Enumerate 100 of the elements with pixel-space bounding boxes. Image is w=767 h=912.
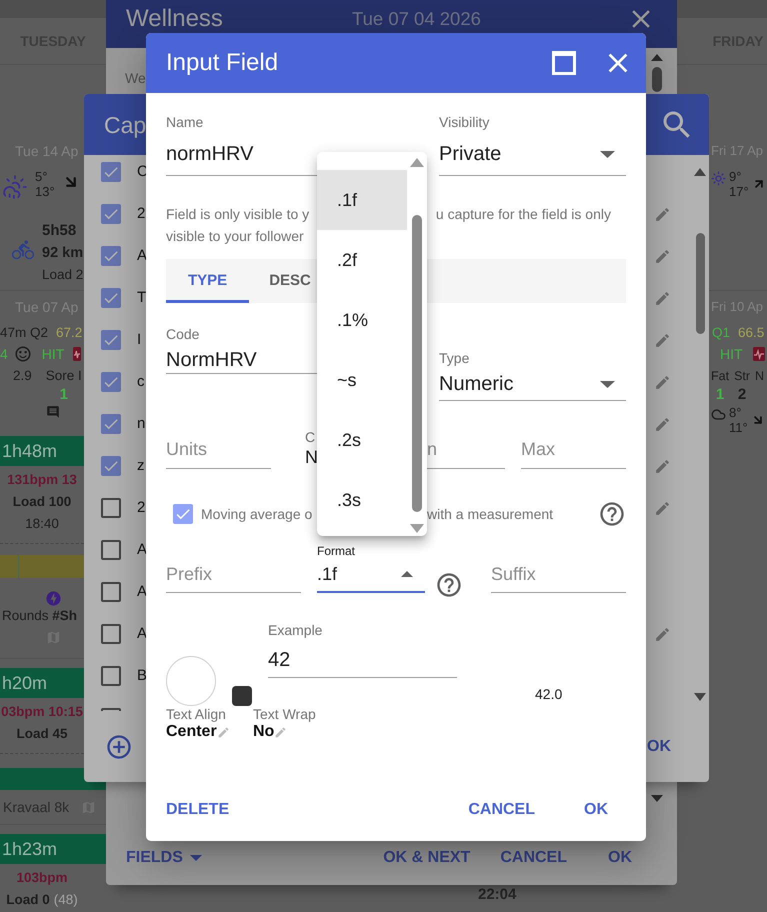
menu-option[interactable]: .2s (317, 410, 407, 470)
fields-button[interactable]: FIELDS (118, 840, 210, 876)
input-field[interactable]: Prefix (166, 561, 301, 593)
pencil-icon[interactable] (654, 290, 671, 307)
type-select[interactable]: Type Numeric (439, 349, 626, 401)
tab[interactable]: TYPE (166, 259, 250, 303)
pencil-icon[interactable] (216, 726, 230, 738)
session-duration: 1h48m (2, 441, 58, 461)
input-field[interactable]: Units (166, 436, 271, 469)
pencil-icon[interactable] (654, 248, 671, 265)
pencil-icon[interactable] (654, 458, 671, 475)
session-duration: 1h23m (2, 839, 58, 859)
field-label: C (305, 429, 316, 445)
checkbox[interactable] (101, 582, 121, 602)
checkbox[interactable] (101, 246, 121, 266)
bicycle-icon (12, 239, 34, 261)
pencil-icon[interactable] (654, 374, 671, 391)
ok-and-next-button[interactable]: OK & NEXT (375, 840, 478, 876)
stat-label: Fat (711, 368, 730, 385)
scrollbar-thumb[interactable] (652, 67, 662, 92)
menu-option[interactable]: .2f (317, 230, 407, 290)
field-name: z (137, 456, 144, 476)
ok-button[interactable]: OK (576, 792, 616, 828)
temperature: 5° (35, 169, 48, 184)
text-wrap-label: Text Wrap (253, 706, 316, 722)
pencil-icon[interactable] (654, 626, 671, 643)
stat-label: 2.9 (13, 367, 32, 385)
up-triangle-icon[interactable] (651, 54, 663, 61)
field-name: I (137, 330, 142, 350)
tag-label: HIT (42, 346, 64, 362)
heartbeat-badge-icon (752, 347, 765, 361)
example-field[interactable]: Example 42 (268, 621, 457, 678)
cloud-icon (711, 407, 726, 422)
delete-button[interactable]: DELETE (158, 792, 238, 828)
pencil-icon[interactable] (654, 206, 671, 223)
ok-button[interactable]: OK (600, 840, 640, 876)
score-value: 66.5 (738, 325, 764, 341)
body-text: We (125, 70, 146, 86)
temperature: 17° (729, 184, 749, 199)
field-name: 2 (137, 498, 146, 518)
cancel-button[interactable]: CANCEL (492, 840, 575, 876)
up-triangle-icon[interactable] (410, 158, 424, 167)
input-field[interactable]: Suffix (491, 561, 626, 593)
format-select[interactable]: Format .1f (317, 544, 425, 593)
square-outline-icon[interactable] (552, 51, 576, 75)
session-detail: 131bpm 13 (7, 472, 77, 488)
up-triangle-icon[interactable] (694, 168, 706, 176)
text-wrap-value: No (253, 722, 274, 742)
scrollbar-thumb[interactable] (412, 215, 422, 512)
color-swatch-icon[interactable] (232, 686, 252, 706)
pencil-icon[interactable] (654, 500, 671, 517)
temperature: 11° (729, 420, 748, 435)
pencil-icon[interactable] (654, 416, 671, 433)
stat-value: 1 (716, 387, 724, 403)
feel-value: 4 (0, 346, 8, 362)
pencil-icon[interactable] (274, 726, 288, 738)
menu-option[interactable]: .1% (317, 290, 407, 350)
help-text: visible to your follower (166, 227, 304, 246)
pencil-icon[interactable] (654, 332, 671, 349)
checkbox[interactable] (101, 498, 121, 518)
session-detail: 103bpm (16, 870, 68, 886)
field-name: T (137, 288, 146, 308)
field-name: A (137, 582, 148, 602)
checkbox[interactable] (101, 456, 121, 476)
menu-option[interactable]: .3s (317, 470, 407, 530)
checkbox[interactable] (173, 504, 193, 524)
checkbox[interactable] (101, 162, 121, 182)
checkbox[interactable] (101, 288, 121, 308)
input-field[interactable]: Max (521, 436, 626, 469)
checkbox[interactable] (101, 666, 121, 686)
tab[interactable]: DESC (249, 259, 317, 303)
checkbox[interactable] (101, 204, 121, 224)
temperature: 9° (729, 169, 742, 184)
field-name: A (137, 540, 148, 560)
stat-value: 1 (60, 387, 68, 403)
down-triangle-icon[interactable] (694, 693, 706, 701)
caret-up-icon (401, 571, 413, 577)
tag-label: HIT (720, 346, 743, 362)
ok-button[interactable]: OK (647, 728, 671, 764)
dialog-title: Input Field (166, 49, 278, 77)
checkbox[interactable] (101, 330, 121, 350)
session-detail: 03bpm 10:15 (1, 704, 83, 720)
checkbox[interactable] (101, 414, 121, 434)
checkbox-label: with a measurement (427, 505, 554, 523)
down-triangle-icon[interactable] (410, 524, 424, 533)
down-triangle-icon[interactable] (651, 795, 663, 802)
visibility-select[interactable]: Visibility Private (439, 112, 626, 176)
temperature: 8° (729, 405, 742, 420)
cancel-button[interactable]: CANCEL (460, 792, 543, 828)
menu-option[interactable]: ~s (317, 350, 407, 410)
menu-option[interactable]: .1f (317, 170, 407, 230)
session-note: (48) (54, 892, 78, 908)
checkbox[interactable] (101, 624, 121, 644)
field-name: A (137, 624, 148, 644)
checkbox[interactable] (101, 540, 121, 560)
color-swatch-icon[interactable] (166, 656, 216, 706)
scrollbar-thumb[interactable] (696, 233, 704, 334)
session-detail: 18:40 (25, 516, 59, 532)
session-detail: Load 0 (6, 892, 50, 908)
checkbox[interactable] (101, 372, 121, 392)
